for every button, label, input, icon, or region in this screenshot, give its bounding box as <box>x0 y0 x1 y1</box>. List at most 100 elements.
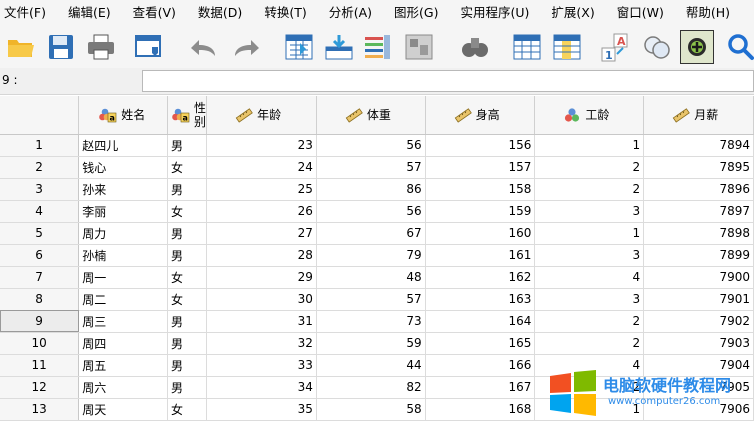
data-cell[interactable]: 周二 <box>78 288 169 311</box>
column-header[interactable]: a性 别 <box>167 96 208 135</box>
column-header[interactable]: 工龄 <box>534 96 645 135</box>
data-cell[interactable]: 34 <box>206 376 317 399</box>
row-number[interactable]: 12 <box>0 376 80 399</box>
data-cell[interactable]: 56 <box>316 200 426 223</box>
data-cell[interactable]: 男 <box>167 376 208 399</box>
save-icon[interactable] <box>44 30 78 64</box>
data-cell[interactable]: 158 <box>425 178 536 201</box>
data-cell[interactable]: 157 <box>425 156 536 179</box>
data-cell[interactable]: 164 <box>425 310 536 333</box>
data-cell[interactable]: 周一 <box>78 266 169 289</box>
menu-item[interactable]: 查看(V) <box>133 0 176 26</box>
recall-dialog-icon[interactable] <box>132 30 166 64</box>
undo-icon[interactable] <box>186 30 220 64</box>
data-cell[interactable]: 周四 <box>78 332 169 355</box>
data-cell[interactable]: 163 <box>425 288 536 311</box>
menu-item[interactable]: 转换(T) <box>264 0 306 26</box>
data-cell[interactable]: 1 <box>534 134 645 157</box>
row-number[interactable]: 1 <box>0 134 80 157</box>
data-cell[interactable]: 7894 <box>643 134 754 157</box>
find-icon[interactable] <box>458 30 492 64</box>
data-cell[interactable]: 7902 <box>643 310 754 333</box>
data-cell[interactable]: 3 <box>534 200 645 223</box>
data-cell[interactable]: 1 <box>534 398 645 421</box>
menu-item[interactable]: 文件(F) <box>4 0 46 26</box>
data-cell[interactable]: 28 <box>206 244 317 267</box>
data-cell[interactable]: 167 <box>425 376 536 399</box>
menu-item[interactable]: 数据(D) <box>198 0 242 26</box>
data-cell[interactable]: 159 <box>425 200 536 223</box>
data-cell[interactable]: 168 <box>425 398 536 421</box>
cell-value-input[interactable] <box>142 70 754 92</box>
open-folder-icon[interactable] <box>4 30 38 64</box>
variables-icon[interactable] <box>360 30 394 64</box>
data-cell[interactable]: 7895 <box>643 156 754 179</box>
menu-item[interactable]: 实用程序(U) <box>460 0 529 26</box>
data-cell[interactable]: 161 <box>425 244 536 267</box>
data-cell[interactable]: 30 <box>206 288 317 311</box>
data-cell[interactable]: 7905 <box>643 376 754 399</box>
data-cell[interactable]: 23 <box>206 134 317 157</box>
print-icon[interactable] <box>84 30 118 64</box>
row-number[interactable]: 11 <box>0 354 80 377</box>
data-cell[interactable]: 56 <box>316 134 426 157</box>
data-cell[interactable]: 73 <box>316 310 426 333</box>
data-cell[interactable]: 7899 <box>643 244 754 267</box>
menu-item[interactable]: 帮助(H) <box>686 0 730 26</box>
data-cell[interactable]: 3 <box>534 244 645 267</box>
data-cell[interactable]: 周六 <box>78 376 169 399</box>
data-cell[interactable]: 周天 <box>78 398 169 421</box>
menu-item[interactable]: 分析(A) <box>329 0 372 26</box>
data-cell[interactable]: 86 <box>316 178 426 201</box>
select-cases-icon[interactable] <box>680 30 714 64</box>
data-cell[interactable]: 男 <box>167 310 208 333</box>
row-number[interactable]: 10 <box>0 332 80 355</box>
column-header[interactable]: 身高 <box>425 96 536 135</box>
data-cell[interactable]: 156 <box>425 134 536 157</box>
row-number[interactable]: 4 <box>0 200 80 223</box>
run-descriptives-icon[interactable] <box>402 30 436 64</box>
column-header[interactable]: 月薪 <box>643 96 754 135</box>
column-header[interactable]: 年龄 <box>206 96 317 135</box>
data-cell[interactable]: 孙来 <box>78 178 169 201</box>
data-cell[interactable]: 2 <box>534 156 645 179</box>
data-cell[interactable]: 周力 <box>78 222 169 245</box>
row-number[interactable]: 8 <box>0 288 80 311</box>
data-cell[interactable]: 2 <box>534 376 645 399</box>
data-cell[interactable]: 男 <box>167 222 208 245</box>
data-cell[interactable]: 7897 <box>643 200 754 223</box>
data-cell[interactable]: 165 <box>425 332 536 355</box>
data-cell[interactable]: 24 <box>206 156 317 179</box>
menu-item[interactable]: 编辑(E) <box>68 0 111 26</box>
row-number[interactable]: 3 <box>0 178 80 201</box>
data-cell[interactable]: 李丽 <box>78 200 169 223</box>
data-cell[interactable]: 7904 <box>643 354 754 377</box>
menu-item[interactable]: 图形(G) <box>394 0 438 26</box>
data-cell[interactable]: 48 <box>316 266 426 289</box>
corner-cell[interactable] <box>0 96 80 135</box>
data-cell[interactable]: 男 <box>167 178 208 201</box>
data-cell[interactable]: 2 <box>534 178 645 201</box>
data-cell[interactable]: 82 <box>316 376 426 399</box>
data-cell[interactable]: 孙楠 <box>78 244 169 267</box>
menu-item[interactable]: 扩展(X) <box>551 0 594 26</box>
data-cell[interactable]: 26 <box>206 200 317 223</box>
data-cell[interactable]: 25 <box>206 178 317 201</box>
go-to-variable-icon[interactable] <box>322 30 356 64</box>
data-cell[interactable]: 27 <box>206 222 317 245</box>
data-cell[interactable]: 女 <box>167 288 208 311</box>
menu-item[interactable]: 窗口(W) <box>617 0 664 26</box>
data-cell[interactable]: 160 <box>425 222 536 245</box>
data-cell[interactable]: 男 <box>167 354 208 377</box>
insert-variable-icon[interactable] <box>550 30 584 64</box>
data-cell[interactable]: 44 <box>316 354 426 377</box>
data-cell[interactable]: 女 <box>167 266 208 289</box>
data-cell[interactable]: 3 <box>534 288 645 311</box>
data-cell[interactable]: 1 <box>534 222 645 245</box>
data-cell[interactable]: 67 <box>316 222 426 245</box>
data-cell[interactable]: 2 <box>534 310 645 333</box>
data-cell[interactable]: 57 <box>316 156 426 179</box>
column-header[interactable]: a 姓名 <box>78 96 169 135</box>
data-cell[interactable]: 钱心 <box>78 156 169 179</box>
data-cell[interactable]: 7896 <box>643 178 754 201</box>
